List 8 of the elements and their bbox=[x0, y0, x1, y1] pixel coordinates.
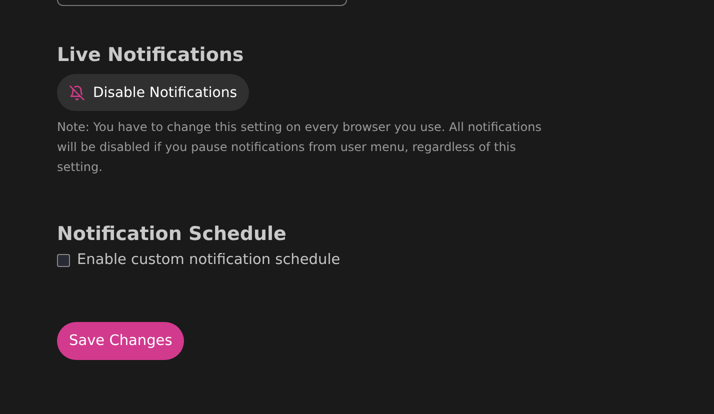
note-text: Note: You have to change this setting on every browser you use. All notifications will be disabled if you pause notifications from user menu, regardless of this setting. bbox=[57, 119, 542, 176]
section-title: Live Notifications bbox=[57, 43, 245, 68]
bell-off-icon bbox=[69, 84, 85, 100]
section-title: Notification Schedule bbox=[57, 222, 288, 247]
disable-notifications-button[interactable]: Disable Notifications bbox=[57, 74, 250, 111]
checkbox-label[interactable]: Enable custom notification schedule bbox=[77, 252, 340, 268]
checkbox[interactable] bbox=[57, 254, 70, 266]
save-button[interactable]: Save Changes bbox=[57, 322, 184, 360]
